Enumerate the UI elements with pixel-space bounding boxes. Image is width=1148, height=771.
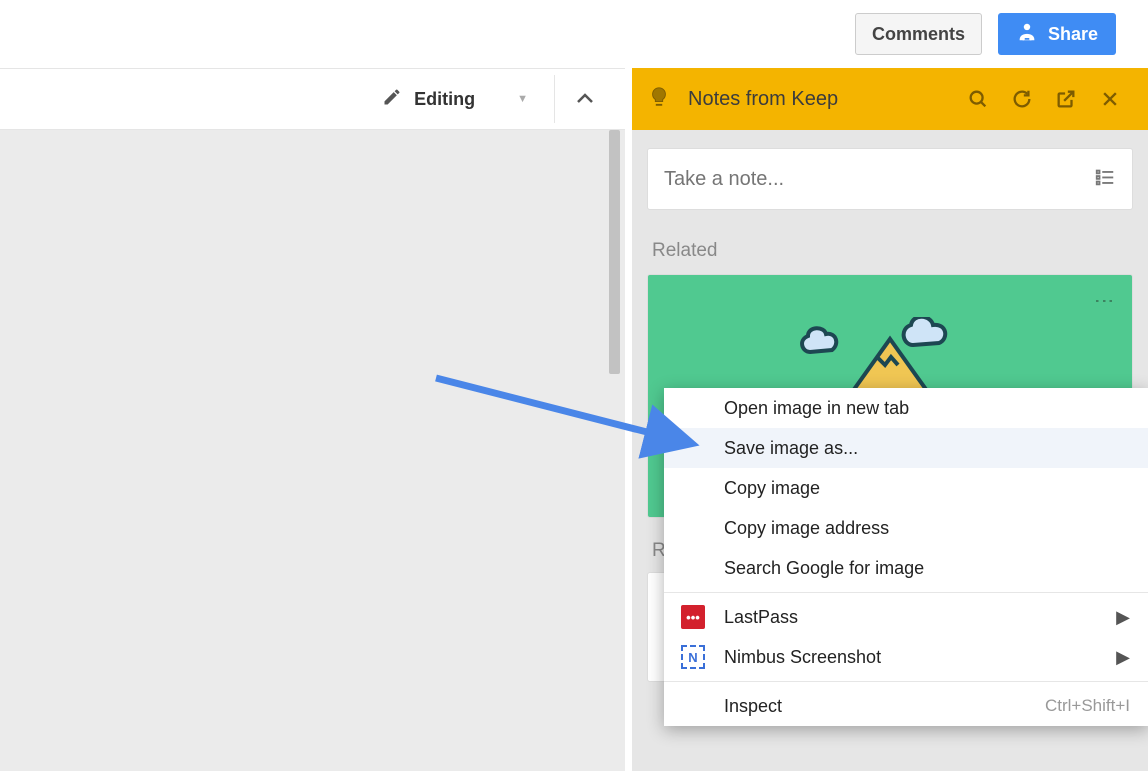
take-note-input[interactable]	[664, 168, 1094, 191]
header-bar: Comments Share	[0, 0, 1148, 68]
context-menu: Open image in new tab Save image as... C…	[664, 388, 1148, 726]
document-canvas[interactable]	[0, 130, 625, 771]
context-ext-nimbus-label: Nimbus Screenshot	[724, 647, 881, 668]
collapse-toolbar-button[interactable]	[555, 75, 615, 123]
note-more-icon[interactable]: ⋮	[1092, 291, 1116, 309]
context-open-image-new-tab[interactable]: Open image in new tab	[664, 388, 1148, 428]
submenu-arrow-icon: ▶	[1116, 647, 1130, 668]
editing-mode-dropdown[interactable]: Editing ▼	[374, 75, 555, 123]
share-button[interactable]: Share	[998, 13, 1116, 55]
keep-header: Notes from Keep	[632, 68, 1148, 130]
keep-bulb-icon	[648, 86, 670, 113]
keep-search-button[interactable]	[956, 77, 1000, 121]
dropdown-caret-icon: ▼	[517, 93, 528, 105]
vertical-scrollbar[interactable]	[609, 130, 620, 374]
related-section-label: Related	[652, 240, 1128, 262]
share-button-label: Share	[1048, 24, 1098, 45]
context-search-google-image[interactable]: Search Google for image	[664, 548, 1148, 588]
new-list-icon[interactable]	[1094, 166, 1116, 193]
keep-title: Notes from Keep	[688, 88, 956, 111]
context-copy-image-address[interactable]: Copy image address	[664, 508, 1148, 548]
context-separator	[664, 681, 1148, 682]
keep-refresh-button[interactable]	[1000, 77, 1044, 121]
nimbus-icon: N	[681, 645, 705, 669]
doc-toolbar: Editing ▼	[0, 68, 625, 130]
share-person-icon	[1016, 21, 1038, 48]
editing-mode-label: Editing	[414, 89, 475, 110]
keep-open-external-button[interactable]	[1044, 77, 1088, 121]
context-inspect-label: Inspect	[724, 696, 782, 717]
lastpass-icon: •••	[681, 605, 705, 629]
context-inspect-shortcut: Ctrl+Shift+I	[1045, 696, 1130, 716]
context-save-image-as[interactable]: Save image as...	[664, 428, 1148, 468]
context-separator	[664, 592, 1148, 593]
pencil-icon	[382, 87, 402, 112]
context-copy-image[interactable]: Copy image	[664, 468, 1148, 508]
context-inspect[interactable]: Inspect Ctrl+Shift+I	[664, 686, 1148, 726]
context-ext-lastpass-label: LastPass	[724, 607, 798, 628]
take-note-input-wrap[interactable]	[647, 148, 1133, 210]
context-ext-nimbus[interactable]: N Nimbus Screenshot ▶	[664, 637, 1148, 677]
submenu-arrow-icon: ▶	[1116, 607, 1130, 628]
keep-close-button[interactable]	[1088, 77, 1132, 121]
comments-button[interactable]: Comments	[855, 13, 982, 55]
context-ext-lastpass[interactable]: ••• LastPass ▶	[664, 597, 1148, 637]
